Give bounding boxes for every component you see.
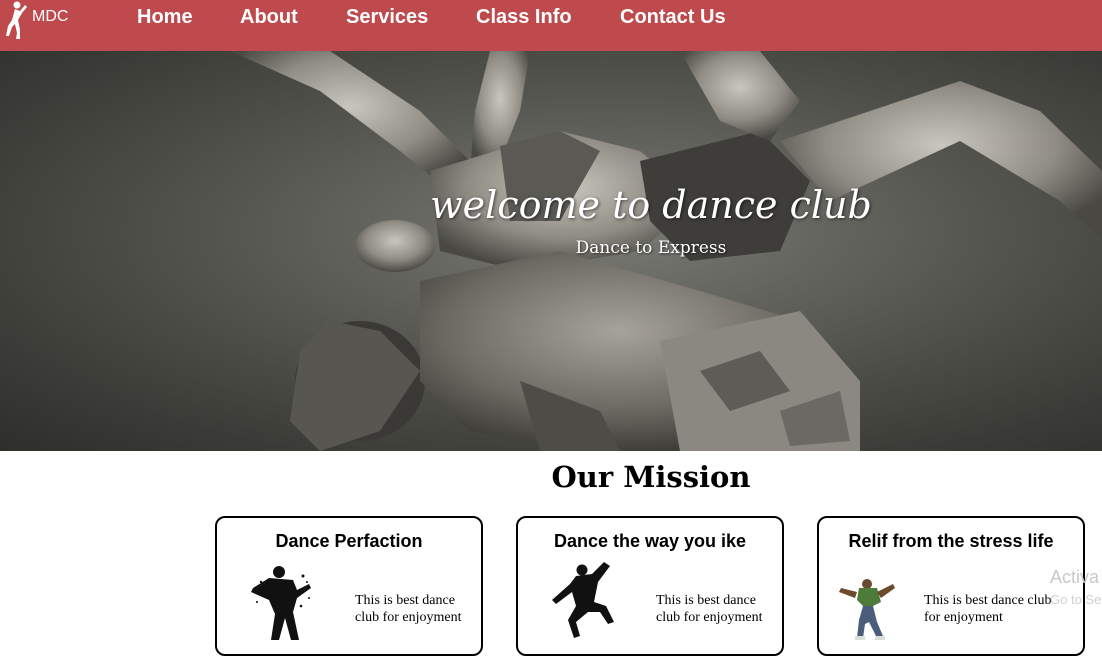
breakdancer-silhouette-icon: [552, 562, 614, 638]
dancer-silhouette-icon: [251, 566, 311, 640]
card-title: Relif from the stress life: [848, 531, 1054, 551]
card-text: This is best dance club for enjoyment: [924, 593, 1052, 625]
nav-services-link[interactable]: Services: [346, 6, 428, 29]
mission-card-2: Dance the way you ike This is best dance…: [516, 516, 784, 656]
mission-heading: Our Mission: [551, 460, 751, 494]
nav-about-link[interactable]: About: [240, 6, 298, 29]
mission-card-3: Relif from the stress life This is best …: [817, 516, 1085, 656]
hero-banner: welcome to dance club Dance to Express: [0, 51, 1102, 451]
nav-class-info-link[interactable]: Class Info: [476, 6, 572, 29]
navbar: MDC Home About Services Class Info Conta…: [0, 0, 1102, 51]
nav-home-link[interactable]: Home: [137, 6, 193, 29]
hero-title: welcome to dance club: [430, 183, 872, 227]
hiphop-dancer-icon: [839, 579, 895, 640]
card-text: This is best dance club for enjoyment: [656, 593, 763, 625]
activation-watermark: Activa: [1050, 567, 1100, 587]
card-title: Dance Perfaction: [275, 531, 423, 551]
card-title: Dance the way you ike: [553, 531, 747, 551]
mission-card-1: Dance Perfaction This is best dance club…: [215, 516, 483, 656]
dancer-logo-icon[interactable]: [3, 0, 29, 40]
card-text: This is best dance club for enjoyment: [355, 593, 462, 625]
brand-name[interactable]: MDC: [32, 8, 68, 26]
hero-subtitle: Dance to Express: [575, 238, 727, 258]
activation-watermark-sub: Go to Se: [1050, 592, 1102, 607]
nav-contact-us-link[interactable]: Contact Us: [620, 6, 726, 29]
